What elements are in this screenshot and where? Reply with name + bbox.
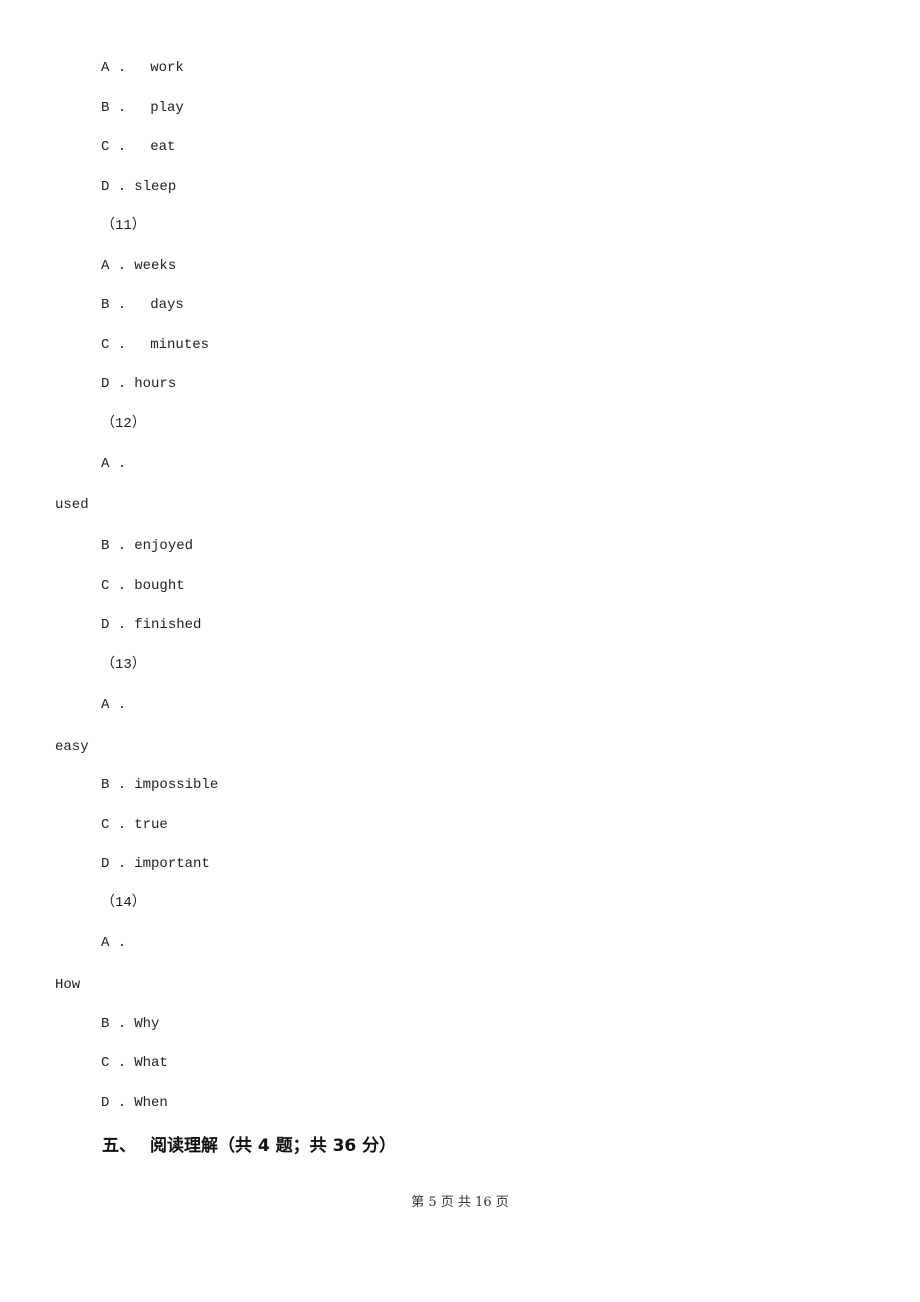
- option-text: play: [150, 100, 184, 116]
- option-text: days: [150, 297, 184, 313]
- option-line: A .: [101, 934, 134, 952]
- option-line: C . minutes: [101, 336, 209, 354]
- option-label: D .: [101, 376, 127, 392]
- option-text: true: [134, 817, 168, 833]
- option-label: B .: [101, 777, 127, 793]
- option-label: D .: [101, 179, 127, 195]
- option-text: minutes: [150, 337, 210, 353]
- option-label: C .: [101, 1055, 127, 1071]
- option-label: B .: [101, 297, 127, 313]
- option-line: D . When: [101, 1094, 168, 1112]
- option-line: D . hours: [101, 375, 176, 393]
- question-number: （14）: [101, 895, 146, 911]
- section-title: 阅读理解（共 4 题；共 36 分）: [150, 1136, 397, 1156]
- option-label: C .: [101, 337, 127, 353]
- option-text: bought: [134, 578, 185, 594]
- option-text: sleep: [134, 179, 177, 195]
- section-heading: 五、 阅读理解（共 4 题；共 36 分）: [102, 1131, 396, 1156]
- option-text: work: [150, 60, 184, 76]
- option-text: impossible: [134, 777, 219, 793]
- question-number: （12）: [101, 416, 146, 432]
- option-label: A .: [101, 60, 127, 76]
- page-footer: 第 5 页 共 16 页: [411, 1195, 509, 1210]
- option-line: B . Why: [101, 1015, 159, 1033]
- option-text: finished: [134, 617, 202, 633]
- question-number: （13）: [101, 657, 146, 673]
- option-line: A .: [101, 696, 134, 714]
- option-line: D . important: [101, 855, 210, 873]
- option-label: B .: [101, 538, 127, 554]
- option-line: C . eat: [101, 138, 175, 156]
- option-line: A . weeks: [101, 257, 176, 275]
- section-number: 五、: [102, 1136, 136, 1156]
- option-text: What: [134, 1055, 168, 1071]
- option-line: A . work: [101, 59, 184, 77]
- option-label: D .: [101, 1095, 127, 1111]
- option-label: A .: [101, 697, 127, 713]
- option-line: A .: [101, 455, 134, 473]
- option-label: A .: [101, 935, 127, 951]
- option-line: C . What: [101, 1054, 168, 1072]
- option-line: B . enjoyed: [101, 537, 193, 555]
- option-text-wrapped: used: [55, 497, 89, 513]
- option-label: A .: [101, 258, 127, 274]
- option-label: A .: [101, 456, 127, 472]
- option-label: D .: [101, 617, 127, 633]
- option-line: C . true: [101, 816, 168, 834]
- option-text-wrapped: easy: [55, 739, 89, 755]
- option-text: Why: [134, 1016, 160, 1032]
- option-label: C .: [101, 817, 127, 833]
- option-label: B .: [101, 100, 127, 116]
- option-line: D . sleep: [101, 178, 176, 196]
- option-label: C .: [101, 578, 127, 594]
- option-line: D . finished: [101, 616, 201, 634]
- option-label: D .: [101, 856, 127, 872]
- option-line: C . bought: [101, 577, 185, 595]
- option-text: important: [134, 856, 210, 872]
- option-label: C .: [101, 139, 127, 155]
- option-text: enjoyed: [134, 538, 194, 554]
- option-line: B . impossible: [101, 776, 218, 794]
- option-text: When: [134, 1095, 168, 1111]
- option-label: B .: [101, 1016, 127, 1032]
- question-number: （11）: [101, 218, 146, 234]
- option-text-wrapped: How: [55, 977, 81, 993]
- option-text: eat: [150, 139, 176, 155]
- option-text: weeks: [134, 258, 177, 274]
- option-line: B . play: [101, 99, 184, 117]
- option-line: B . days: [101, 296, 184, 314]
- option-text: hours: [134, 376, 177, 392]
